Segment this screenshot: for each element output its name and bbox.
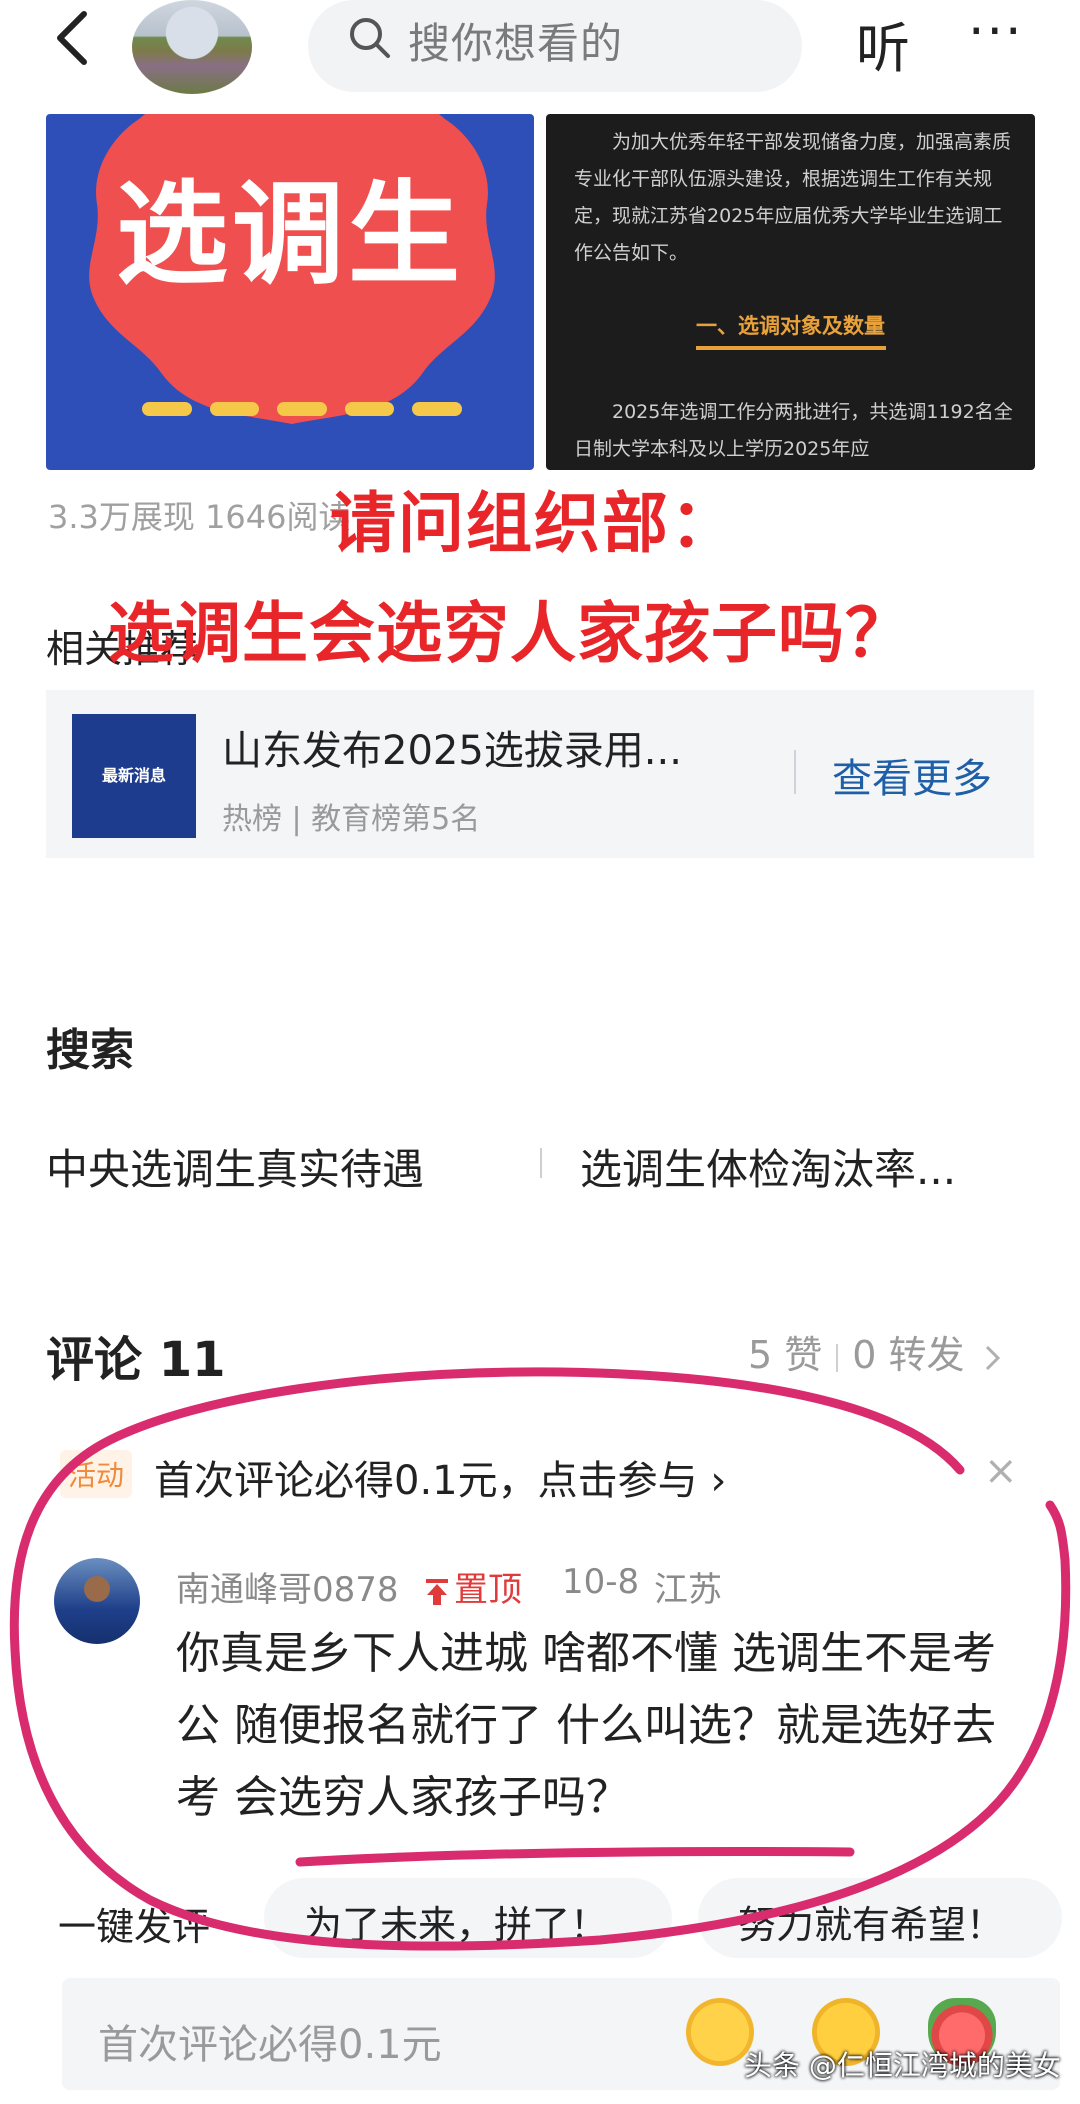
promo-banner[interactable]: 活动 首次评论必得0.1元，点击参与 › × [60, 1448, 1040, 1508]
quick-reply-chip[interactable]: 努力就有希望！ [698, 1878, 1062, 1958]
divider [540, 1148, 542, 1178]
search-placeholder: 搜你想看的 [408, 19, 624, 68]
search-section-title: 搜索 [46, 1025, 134, 1076]
comment-username[interactable]: 南通峰哥0878 [176, 1562, 399, 1611]
chevron-left-icon [57, 11, 87, 65]
comment-date: 10-8 [562, 1562, 640, 1602]
comments-stats[interactable]: 5 赞 0 转发 [748, 1324, 1003, 1379]
document-paragraph-2: 2025年选调工作分两批进行，共选调1192名全日制大学本科及以上学历2025年… [574, 401, 1013, 460]
promo-text[interactable]: 首次评论必得0.1元，点击参与 › [154, 1448, 726, 1506]
related-card[interactable]: 最新消息 山东发布2025选拔录用... 热榜 | 教育榜第5名 查看更多 [46, 690, 1034, 858]
article-image-left[interactable]: 选调生 [46, 114, 534, 470]
watermark: 头条 @仁恒江湾城的美女 [744, 2049, 1061, 2082]
comment-input-placeholder: 首次评论必得0.1元 [98, 2022, 442, 2068]
search-suggestion[interactable]: 中央选调生真实待遇 [46, 1136, 424, 1197]
chevron-right-icon [985, 1345, 1000, 1370]
reposts-count[interactable]: 0 转发 [852, 1333, 964, 1377]
decorative-dashes [142, 402, 462, 418]
related-thumbnail: 最新消息 [72, 714, 196, 838]
back-button[interactable] [44, 8, 104, 68]
document-heading: 一、选调对象及数量 [696, 314, 885, 338]
comments-title: 评论 11 [46, 1332, 226, 1388]
listen-button[interactable]: 听 [856, 4, 910, 83]
overlay-caption-line2: 选调生会选穷人家孩子吗？ [108, 595, 912, 672]
overlay-caption-line1: 请问组织部： [330, 485, 738, 562]
view-more-link[interactable]: 查看更多 [832, 746, 992, 804]
pin-icon [426, 1578, 448, 1605]
more-options-button[interactable]: ··· [968, 2, 1024, 62]
quick-reply-chip[interactable]: 为了未来，拼了！ [264, 1878, 672, 1958]
comment-location: 江苏 [654, 1570, 722, 1610]
author-avatar[interactable] [132, 0, 252, 94]
related-title[interactable]: 山东发布2025选拔录用... [222, 718, 682, 776]
promo-label: 首次评论必得0.1元，点击参与 [154, 1458, 698, 1504]
search-suggestion[interactable]: 选调生体检淘汰率... [580, 1136, 956, 1197]
document-paragraph: 为加大优秀年轻干部发现储备力度，加强高素质专业化干部队伍源头建设，根据选调生工作… [574, 131, 1012, 264]
thumbnail-label: 最新消息 [101, 766, 166, 785]
pinned-label: 置顶 [454, 1570, 522, 1610]
related-meta: 热榜 | 教育榜第5名 [222, 802, 481, 837]
promo-tag: 活动 [60, 1450, 133, 1498]
top-bar: 搜你想看的 听 ··· [0, 0, 1080, 100]
article-stats: 3.3万展现 1646阅读 [48, 498, 351, 536]
divider [794, 750, 796, 794]
close-icon[interactable]: × [984, 1448, 1018, 1494]
likes-count[interactable]: 5 赞 [748, 1333, 822, 1377]
image-title: 选调生 [116, 169, 464, 300]
search-icon [350, 18, 390, 58]
search-input[interactable]: 搜你想看的 [308, 0, 802, 92]
chevron-right-icon: › [710, 1458, 727, 1504]
article-image-right[interactable]: 为加大优秀年轻干部发现储备力度，加强高素质专业化干部队伍源头建设，根据选调生工作… [546, 114, 1035, 470]
heading-underline [696, 346, 886, 350]
quick-reply-label: 一键发评 [58, 1905, 211, 1949]
pinned-badge: 置顶 [424, 1562, 522, 1611]
comment-body: 你真是乡下人进城 啥都不懂 选调生不是考公 随便报名就行了 什么叫选？就是选好去… [176, 1628, 996, 1823]
avatar[interactable] [54, 1558, 140, 1644]
